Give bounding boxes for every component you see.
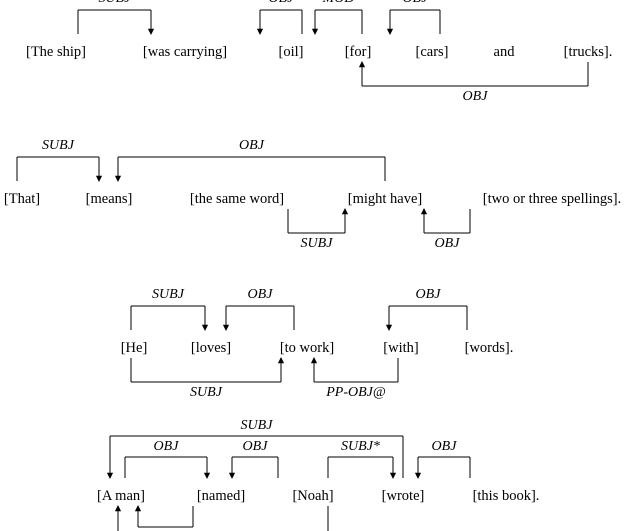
arc-label: SUBJ bbox=[237, 419, 276, 433]
arc-label: SUBJ* bbox=[338, 440, 383, 454]
arc-label: OBJ bbox=[150, 440, 182, 454]
sentence-4-arcs bbox=[106, 435, 471, 531]
token: [this book]. bbox=[472, 488, 540, 504]
token: [Noah] bbox=[292, 488, 334, 504]
dependency-diagram-figure: [The ship] [was carrying] [oil] [for] [cars]… bbox=[0, 0, 640, 531]
arc-label: OBJ bbox=[239, 440, 271, 454]
token: [A man] bbox=[97, 488, 145, 504]
token: [named] bbox=[196, 488, 246, 504]
token: [wrote] bbox=[381, 488, 425, 504]
arc-label: OBJ bbox=[428, 440, 460, 454]
